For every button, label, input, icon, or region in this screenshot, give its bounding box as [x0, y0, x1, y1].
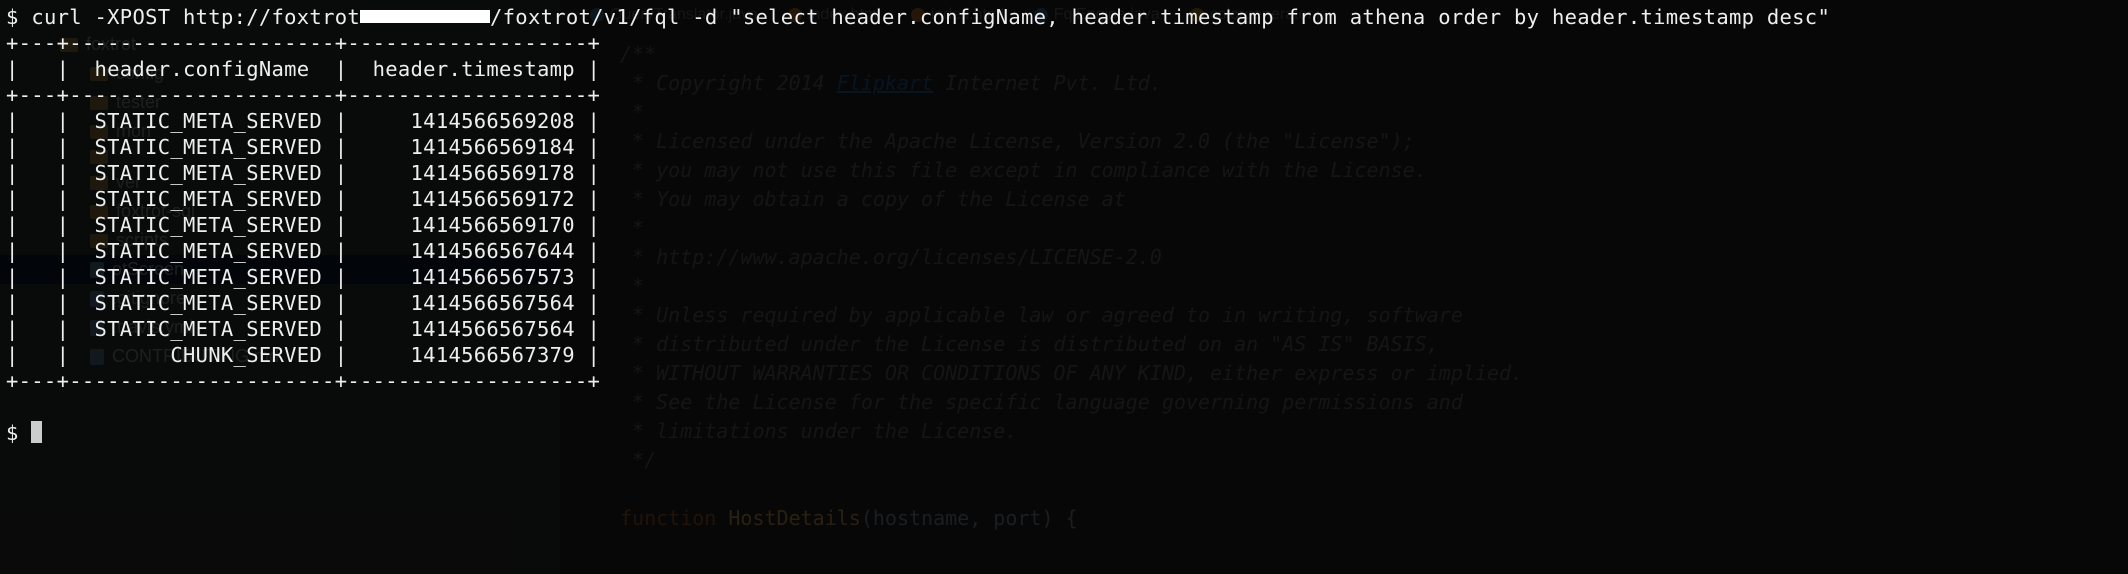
cmd-query: "select header.configName, header.timest…: [730, 5, 1830, 29]
table-header-row: | | header.configName | header.timestamp…: [6, 57, 600, 81]
redaction-block: [360, 10, 490, 23]
cmd-pre: curl -XPOST http://foxtrot: [31, 5, 360, 29]
table-border: +---+---------------------+-------------…: [6, 31, 600, 55]
prompt: $: [6, 421, 19, 445]
table-border: +---+---------------------+-------------…: [6, 369, 600, 393]
table-rows: | | STATIC_META_SERVED | 1414566569208 |…: [6, 109, 600, 367]
prompt: $: [6, 5, 19, 29]
table-border: +---+---------------------+-------------…: [6, 83, 600, 107]
cmd-mid: /foxtrot/v1/fql -d: [490, 5, 718, 29]
terminal-window[interactable]: $ curl -XPOST http://foxtrot/foxtrot/v1/…: [0, 0, 2128, 574]
cursor: [31, 421, 42, 443]
